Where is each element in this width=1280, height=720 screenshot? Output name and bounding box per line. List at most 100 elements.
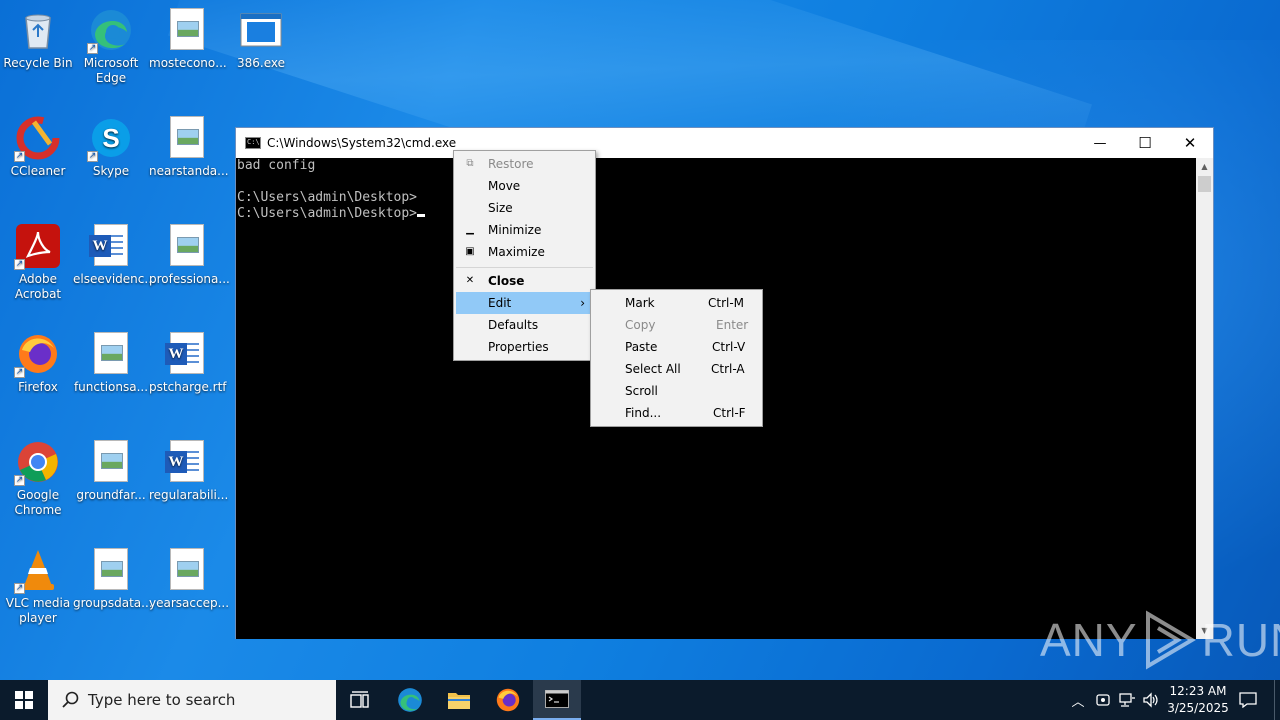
desktop-icon-groundfar[interactable]: groundfar... (73, 440, 149, 503)
desktop-icon-label: groundfar... (76, 488, 146, 502)
chrome-icon: ↗ (14, 440, 60, 486)
desktop-icon-skype[interactable]: S ↗ Skype (73, 116, 149, 179)
minimize-button[interactable]: — (1077, 128, 1123, 158)
shortcut-arrow-icon: ↗ (14, 367, 25, 378)
desktop-icon-professiona[interactable]: professiona... (149, 224, 230, 287)
recycle-bin-icon (16, 8, 60, 52)
taskbar: Type here to search ︿ 12:23 AM 3/25/2025 (0, 680, 1280, 720)
close-icon: ✕ (465, 275, 475, 286)
shortcut-arrow-icon: ↗ (87, 43, 98, 54)
menu-item-maximize[interactable]: ▣ Maximize (456, 241, 593, 263)
vertical-scrollbar[interactable]: ▲ ▼ (1196, 158, 1213, 639)
scroll-up-arrow-icon[interactable]: ▲ (1196, 158, 1213, 175)
desktop-icon-functionsa[interactable]: functionsa... (73, 332, 149, 395)
show-desktop-button[interactable] (1274, 680, 1280, 720)
desktop-icon-vlc[interactable]: ↗ VLC media player (0, 548, 76, 626)
menu-item-find[interactable]: Find... Ctrl-F (593, 402, 760, 424)
menu-item-mark[interactable]: Mark Ctrl-M (593, 292, 760, 314)
desktop-icon-label: nearstanda... (149, 164, 229, 178)
image-file-icon (165, 548, 209, 592)
image-file-icon (165, 224, 209, 268)
taskbar-edge[interactable] (386, 680, 434, 720)
start-button[interactable] (0, 680, 48, 720)
desktop-icon-firefox[interactable]: ↗ Firefox (0, 332, 76, 395)
cmd-app-icon[interactable]: C:\ (245, 137, 261, 149)
close-button[interactable]: ✕ (1167, 128, 1213, 158)
cmd-title-bar[interactable]: C:\ C:\Windows\System32\cmd.exe — ☐ ✕ (236, 128, 1213, 158)
menu-item-move[interactable]: Move (456, 175, 593, 197)
scrollbar-thumb[interactable] (1198, 176, 1211, 192)
search-icon (62, 691, 79, 708)
menu-item-restore[interactable]: ⧉ Restore (456, 153, 593, 175)
maximize-icon: ▣ (465, 246, 475, 257)
word-doc-icon: W (89, 224, 133, 268)
desktop-icon-ccleaner[interactable]: ↗ CCleaner (0, 116, 76, 179)
desktop-icon-groupsdata[interactable]: groupsdata... (73, 548, 153, 611)
taskbar-firefox[interactable] (484, 680, 532, 720)
maximize-button[interactable]: ☐ (1122, 128, 1168, 158)
search-placeholder: Type here to search (88, 691, 236, 709)
desktop-icon-google-chrome[interactable]: ↗ Google Chrome (0, 440, 76, 518)
volume-button[interactable] (1140, 680, 1162, 720)
desktop-icon-elseevidence[interactable]: W elseevidenc... (73, 224, 156, 287)
word-doc-icon: W (165, 332, 209, 376)
menu-item-edit[interactable]: Edit › (456, 292, 593, 314)
desktop-icon-label: groupsdata... (73, 596, 153, 610)
image-file-icon (89, 332, 133, 376)
shortcut-arrow-icon: ↗ (87, 151, 98, 162)
taskbar-cmd[interactable] (533, 680, 581, 720)
image-file-icon (165, 116, 209, 160)
desktop-icon-label: Google Chrome (14, 488, 62, 517)
edge-icon: ↗ (87, 8, 133, 54)
menu-item-size[interactable]: Size (456, 197, 593, 219)
menu-item-minimize[interactable]: ▁ Minimize (456, 219, 593, 241)
skype-icon: S ↗ (87, 116, 133, 162)
menu-item-close[interactable]: ✕ Close (456, 270, 593, 292)
menu-item-copy[interactable]: Copy Enter (593, 314, 760, 336)
menu-item-scroll[interactable]: Scroll (593, 380, 760, 402)
console-line: bad config (237, 158, 316, 173)
menu-item-defaults[interactable]: Defaults (456, 314, 593, 336)
minimize-icon: ▁ (466, 224, 474, 235)
desktop-icon-label: Firefox (18, 380, 58, 394)
word-doc-icon: W (165, 440, 209, 484)
taskbar-file-explorer[interactable] (435, 680, 483, 720)
desktop-icon-nearstanda[interactable]: nearstanda... (149, 116, 229, 179)
tray-app-icon (1096, 694, 1110, 706)
desktop-icon-label: regularabili... (149, 488, 229, 502)
desktop-icon-label: professiona... (149, 272, 230, 286)
menu-item-paste[interactable]: Paste Ctrl-V (593, 336, 760, 358)
submenu-arrow-icon: › (580, 296, 585, 310)
desktop-icon-pstcharge[interactable]: W pstcharge.rtf (149, 332, 227, 395)
tray-app-button[interactable] (1092, 680, 1114, 720)
desktop-icon-microsoft-edge[interactable]: ↗ Microsoft Edge (73, 8, 149, 86)
clock-date: 3/25/2025 (1167, 701, 1229, 715)
menu-item-properties[interactable]: Properties (456, 336, 593, 358)
maximize-icon: ☐ (1138, 134, 1152, 152)
desktop-icon-adobe-acrobat[interactable]: ↗ Adobe Acrobat (0, 224, 76, 302)
volume-icon (1143, 692, 1158, 708)
task-view-button[interactable] (336, 680, 384, 720)
desktop-icon-label: VLC media player (5, 596, 71, 625)
show-hidden-icons-button[interactable]: ︿ (1068, 680, 1088, 720)
desktop-icon-regularabili[interactable]: W regularabili... (149, 440, 229, 503)
exe-icon (239, 8, 283, 52)
taskbar-search-box[interactable]: Type here to search (48, 680, 336, 720)
desktop-icon-386-exe[interactable]: 386.exe (223, 8, 299, 71)
network-button[interactable] (1116, 680, 1138, 720)
desktop-icon-yearsaccep[interactable]: yearsaccep... (149, 548, 230, 611)
desktop-icon-label: yearsaccep... (149, 596, 230, 610)
text-cursor (417, 214, 426, 217)
menu-item-select-all[interactable]: Select All Ctrl-A (593, 358, 760, 380)
folder-icon (448, 693, 470, 709)
svg-text:S: S (102, 123, 119, 153)
shortcut-arrow-icon: ↗ (14, 475, 25, 486)
desktop-icon-recycle-bin[interactable]: Recycle Bin (0, 8, 76, 71)
notification-icon (1239, 692, 1257, 708)
desktop-icon-mosteconо[interactable]: mosteconо... (149, 8, 227, 71)
console-line: C:\Users\admin\Desktop> (237, 190, 418, 205)
taskbar-clock[interactable]: 12:23 AM 3/25/2025 (1160, 683, 1236, 717)
notifications-button[interactable] (1234, 680, 1262, 720)
cmd-icon (545, 690, 569, 708)
shortcut-arrow-icon: ↗ (14, 259, 25, 270)
